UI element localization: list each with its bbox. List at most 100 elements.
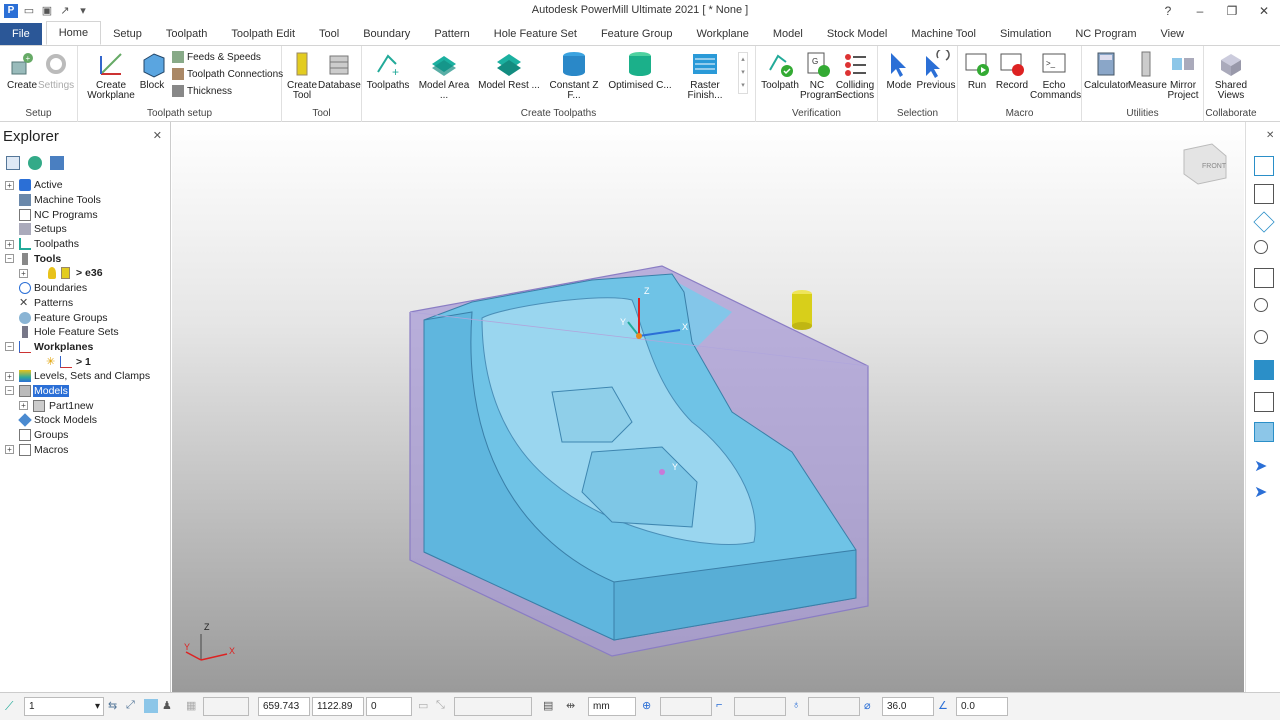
expand-icon[interactable]: + (5, 180, 14, 190)
tree-node-patterns[interactable]: ✕ Patterns (0, 296, 171, 311)
create-setup-button[interactable]: + Create (6, 50, 38, 91)
previous-button[interactable]: Previous (916, 50, 956, 91)
tree-node-groups[interactable]: Groups (0, 428, 171, 443)
graphics-viewport[interactable]: Z X Y Y FRONT Z X Y (172, 122, 1244, 692)
open-icon[interactable]: ▭ (22, 4, 36, 18)
toolpath-verify-button[interactable]: Toolpath (758, 50, 802, 91)
workplane-select[interactable]: 1 ▾ (24, 697, 104, 716)
shaded-view-icon[interactable] (1254, 360, 1274, 380)
globe-icon[interactable] (28, 156, 42, 170)
align-icon[interactable]: ⤢ (126, 699, 140, 713)
tab-hole-feature-set[interactable]: Hole Feature Set (482, 23, 589, 45)
expand-icon[interactable]: + (5, 371, 14, 381)
iso-view-icon[interactable] (1254, 184, 1274, 204)
tree-node-tool-e36[interactable]: + > e36 (0, 266, 171, 281)
raster-finishing-button[interactable]: Raster Finish... (674, 50, 736, 101)
tree-node-feature-groups[interactable]: Feature Groups (0, 310, 171, 325)
mode-button[interactable]: Mode (882, 50, 916, 91)
collapse-icon[interactable]: − (5, 386, 14, 396)
grid-icon[interactable]: ▦ (186, 699, 200, 713)
tab-tool[interactable]: Tool (307, 23, 351, 45)
x-coordinate[interactable]: 659.743 (258, 697, 310, 716)
create-tool-button[interactable]: Create Tool (284, 50, 320, 101)
expand-icon[interactable]: + (19, 401, 28, 411)
select-icon[interactable]: ➤ (1254, 456, 1274, 476)
tab-model[interactable]: Model (761, 23, 815, 45)
y-coordinate[interactable]: 1122.89 (312, 697, 364, 716)
optimised-constant-z-button[interactable]: Optimised C... (608, 50, 672, 91)
tab-stock-model[interactable]: Stock Model (815, 23, 900, 45)
tab-file[interactable]: File (0, 23, 42, 45)
tree-node-active[interactable]: + Active (0, 178, 171, 193)
z-coordinate[interactable]: 0 (366, 697, 412, 716)
tab-toolpath-edit[interactable]: Toolpath Edit (219, 23, 307, 45)
wireframe-view-icon[interactable] (1254, 392, 1274, 412)
thickness-button[interactable]: Thickness (172, 85, 232, 97)
gallery-scroll[interactable]: ▴ ▾ ▾ (738, 52, 748, 94)
tool-status-icon[interactable]: ♟ (162, 699, 176, 713)
tolerance-icon[interactable]: ⇹ (566, 699, 580, 713)
zoom-fit-icon[interactable] (1254, 330, 1268, 344)
zoom-box-icon[interactable] (1254, 298, 1268, 312)
grid-field[interactable] (203, 697, 249, 716)
shaded-wireframe-icon[interactable] (1254, 422, 1274, 442)
tab-setup[interactable]: Setup (101, 23, 154, 45)
tree-node-toolpaths[interactable]: + Toolpaths (0, 237, 171, 252)
model-rest-button[interactable]: Model Rest ... (478, 50, 540, 91)
record-macro-button[interactable]: Record (994, 50, 1030, 91)
tab-workplane[interactable]: Workplane (684, 23, 760, 45)
tree-node-nc-programs[interactable]: NC Programs (0, 207, 171, 222)
units-field[interactable]: mm (588, 697, 636, 716)
trash-icon[interactable] (50, 156, 64, 170)
expand-icon[interactable]: + (5, 239, 14, 249)
toolpath-connections-button[interactable]: Toolpath Connections (172, 68, 283, 80)
minimize-button[interactable]: – (1184, 0, 1216, 22)
model-area-button[interactable]: Model Area ... (414, 50, 474, 101)
nc-program-verify-button[interactable]: G NC Program (800, 50, 838, 101)
tab-pattern[interactable]: Pattern (422, 23, 481, 45)
close-icon[interactable]: ✕ (1266, 130, 1274, 141)
echo-commands-button[interactable]: >_ Echo Commands (1030, 50, 1081, 101)
angle-icon[interactable]: ∠ (938, 699, 952, 713)
expand-icon[interactable]: + (19, 268, 28, 278)
workplane-icon[interactable]: ↗ (58, 4, 72, 18)
database-button[interactable]: Database (318, 50, 361, 91)
tree-node-part1new[interactable]: + Part1new (0, 398, 171, 413)
resize-icon[interactable] (1254, 156, 1274, 176)
stepover-icon[interactable]: ⌐ (716, 699, 730, 713)
constant-z-button[interactable]: Constant Z F... (542, 50, 606, 101)
run-macro-button[interactable]: Run (960, 50, 994, 91)
help-icon[interactable]: ? (1152, 0, 1184, 22)
colliding-sections-button[interactable]: Colliding Sections (834, 50, 876, 101)
tab-machine-tool[interactable]: Machine Tool (899, 23, 988, 45)
model-view[interactable]: Z X Y Y FRONT Z X Y (172, 122, 1244, 692)
point-field[interactable] (660, 697, 712, 716)
restore-button[interactable]: ❐ (1216, 0, 1248, 22)
angle-field[interactable]: 0.0 (956, 697, 1008, 716)
diameter-icon[interactable]: ⌀ (864, 699, 878, 713)
chevron-down-icon[interactable]: ▾ (76, 4, 90, 18)
close-icon[interactable]: ✕ (153, 129, 162, 142)
link-icon[interactable]: ⤡ (436, 699, 450, 713)
refresh-view-icon[interactable] (1254, 268, 1274, 288)
tab-nc-program[interactable]: NC Program (1063, 23, 1148, 45)
tab-view[interactable]: View (1148, 23, 1196, 45)
expand-icon[interactable]: + (5, 445, 14, 455)
transform-icon[interactable]: ⇆ (108, 699, 122, 713)
snap-icon[interactable] (144, 699, 158, 713)
tab-home[interactable]: Home (45, 21, 102, 45)
tab-toolpath[interactable]: Toolpath (154, 23, 220, 45)
mirror-project-button[interactable]: Mirror Project (1164, 50, 1202, 101)
toolpaths-button[interactable]: + Toolpaths (366, 50, 410, 91)
app-logo-icon[interactable]: P (4, 4, 18, 18)
settings-button[interactable]: Settings (38, 50, 74, 91)
tree-node-levels-sets-clamps[interactable]: + Levels, Sets and Clamps (0, 369, 171, 384)
tree-node-workplane-1[interactable]: ✳ > 1 (0, 354, 171, 369)
tab-boundary[interactable]: Boundary (351, 23, 422, 45)
block-button[interactable]: Block (136, 50, 168, 91)
tab-simulation[interactable]: Simulation (988, 23, 1063, 45)
tree-node-machine-tools[interactable]: Machine Tools (0, 193, 171, 208)
create-workplane-button[interactable]: Create Workplane (82, 50, 140, 101)
diameter-field[interactable]: 36.0 (882, 697, 934, 716)
stepover-field[interactable] (734, 697, 786, 716)
